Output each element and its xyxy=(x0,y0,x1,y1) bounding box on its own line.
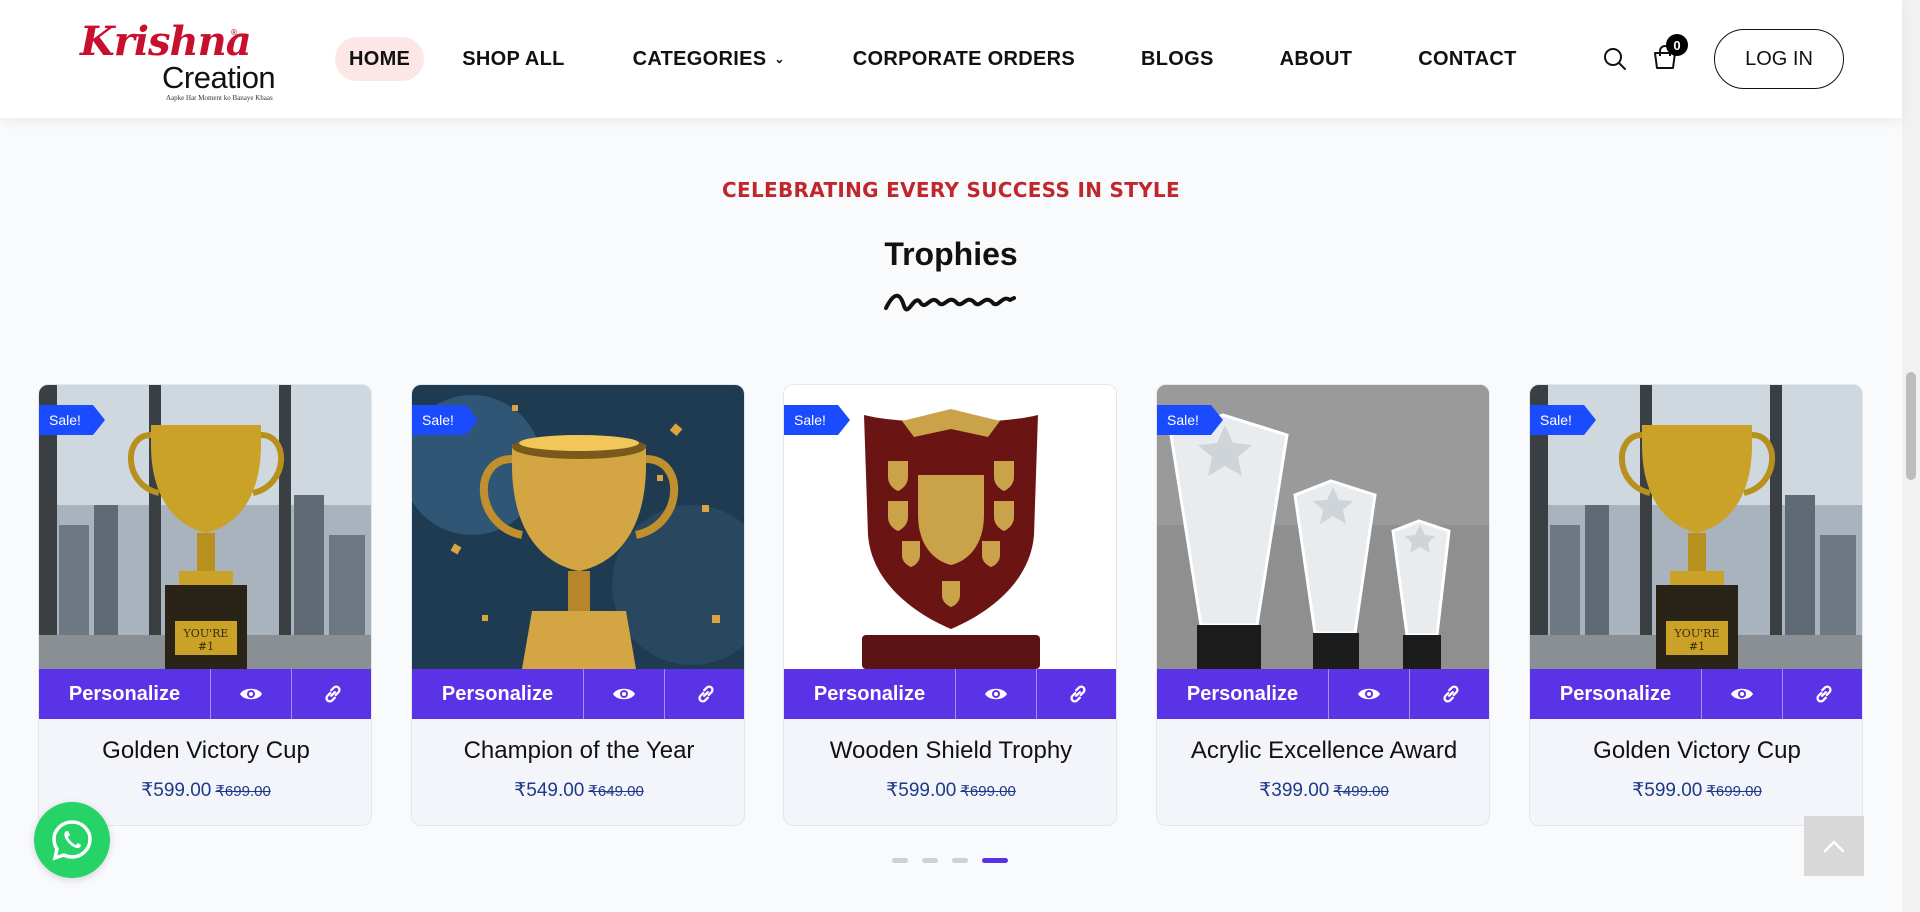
product-name[interactable]: Golden Victory Cup xyxy=(1530,737,1862,765)
scrollbar-thumb[interactable] xyxy=(1906,372,1916,480)
whatsapp-icon xyxy=(52,820,92,861)
copy-link-button[interactable] xyxy=(1037,669,1116,719)
product-prices: ₹599.00 ₹699.00 xyxy=(39,779,371,802)
eye-icon xyxy=(985,688,1007,700)
product-prices: ₹399.00 ₹499.00 xyxy=(1157,779,1489,802)
squiggle-divider xyxy=(884,293,1016,312)
link-icon xyxy=(1815,685,1832,703)
product-price: ₹599.00 xyxy=(141,780,212,801)
link-icon xyxy=(324,685,341,703)
logo-tagline: Aapke Har Moment ko Banaye Khaas xyxy=(166,94,273,102)
nav-item-shop-all[interactable]: SHOP ALL xyxy=(448,37,578,81)
back-to-top-button[interactable] xyxy=(1804,816,1864,876)
product-name[interactable]: Champion of the Year xyxy=(412,737,744,765)
product-prices: ₹549.00 ₹649.00 xyxy=(412,779,744,802)
product-name[interactable]: Acrylic Excellence Award xyxy=(1157,737,1489,765)
carousel-dot[interactable] xyxy=(892,858,908,863)
link-icon xyxy=(1069,685,1086,703)
section-eyebrow: CELEBRATING EVERY SUCCESS IN STYLE xyxy=(722,178,1180,202)
sale-badge: Sale! xyxy=(784,405,850,435)
product-name[interactable]: Golden Victory Cup xyxy=(39,737,371,765)
quick-view-button[interactable] xyxy=(584,669,665,719)
copy-link-button[interactable] xyxy=(1410,669,1489,719)
product-card[interactable]: Sale! Personalize Acrylic Excellence Awa… xyxy=(1156,384,1490,826)
logo-name-bottom: Creation xyxy=(162,60,276,95)
product-price: ₹549.00 xyxy=(514,780,585,801)
copy-link-button[interactable] xyxy=(1783,669,1862,719)
page-scrollbar[interactable] xyxy=(1902,0,1920,912)
product-carousel: YOU'RE #1 Sale! Personalize Golden Victo… xyxy=(38,384,1864,826)
nav-item-home[interactable]: HOME xyxy=(335,37,425,81)
search-icon[interactable] xyxy=(1602,46,1628,72)
product-old-price: ₹649.00 xyxy=(588,783,644,800)
card-actions: Personalize xyxy=(412,669,744,719)
nav-item-blogs[interactable]: BLOGS xyxy=(1127,37,1228,81)
eye-icon xyxy=(1731,688,1753,700)
quick-view-button[interactable] xyxy=(211,669,292,719)
product-card[interactable]: YOU'RE #1 Sale! Personalize Golden Victo… xyxy=(1529,384,1863,826)
product-old-price: ₹699.00 xyxy=(215,783,271,800)
card-actions: Personalize xyxy=(1530,669,1862,719)
chevron-down-icon: ⌄ xyxy=(774,52,785,66)
link-icon xyxy=(697,685,714,703)
product-card[interactable]: YOU'RE #1 Sale! Personalize Golden Victo… xyxy=(38,384,372,826)
sale-badge: Sale! xyxy=(412,405,478,435)
nav-item-categories[interactable]: CATEGORIES ⌄ xyxy=(619,37,799,81)
link-icon xyxy=(1442,685,1459,703)
copy-link-button[interactable] xyxy=(292,669,371,719)
svg-text:YOU'RE: YOU'RE xyxy=(1674,627,1720,640)
chevron-up-icon xyxy=(1823,840,1845,853)
logo-registered-mark: ® xyxy=(230,28,238,37)
main-nav: HOME SHOP ALL CATEGORIES ⌄ CORPORATE ORDE… xyxy=(335,37,1531,81)
nav-item-contact[interactable]: CONTACT xyxy=(1404,37,1530,81)
personalize-button[interactable]: Personalize xyxy=(39,669,211,719)
eye-icon xyxy=(613,688,635,700)
quick-view-button[interactable] xyxy=(956,669,1037,719)
carousel-dots xyxy=(892,858,1008,863)
card-actions: Personalize xyxy=(784,669,1116,719)
quick-view-button[interactable] xyxy=(1702,669,1783,719)
personalize-button[interactable]: Personalize xyxy=(412,669,584,719)
product-old-price: ₹499.00 xyxy=(1333,783,1389,800)
brand-logo[interactable]: Krishna ® Creation Aapke Har Moment ko B… xyxy=(80,12,290,104)
sale-badge: Sale! xyxy=(39,405,105,435)
product-prices: ₹599.00 ₹699.00 xyxy=(784,779,1116,802)
product-price: ₹399.00 xyxy=(1259,780,1330,801)
eye-icon xyxy=(240,688,262,700)
svg-text:#1: #1 xyxy=(198,640,214,653)
carousel-dot[interactable] xyxy=(922,858,938,863)
section-title: Trophies xyxy=(884,236,1018,272)
personalize-button[interactable]: Personalize xyxy=(1530,669,1702,719)
product-price: ₹599.00 xyxy=(886,780,957,801)
carousel-dot-active[interactable] xyxy=(982,858,1008,863)
card-actions: Personalize xyxy=(39,669,371,719)
personalize-button[interactable]: Personalize xyxy=(784,669,956,719)
nav-item-corporate-orders[interactable]: CORPORATE ORDERS xyxy=(839,37,1089,81)
copy-link-button[interactable] xyxy=(665,669,744,719)
carousel-dot[interactable] xyxy=(952,858,968,863)
product-card[interactable]: Sale! Personalize Champion of the Year ₹… xyxy=(411,384,745,826)
svg-text:YOU'RE: YOU'RE xyxy=(183,627,229,640)
eye-icon xyxy=(1358,688,1380,700)
nav-item-about[interactable]: ABOUT xyxy=(1266,37,1367,81)
page: Krishna ® Creation Aapke Har Moment ko B… xyxy=(0,0,1920,912)
sale-badge: Sale! xyxy=(1530,405,1596,435)
product-old-price: ₹699.00 xyxy=(1706,783,1762,800)
product-name[interactable]: Wooden Shield Trophy xyxy=(784,737,1116,765)
quick-view-button[interactable] xyxy=(1329,669,1410,719)
site-header: Krishna ® Creation Aapke Har Moment ko B… xyxy=(0,0,1902,118)
product-price: ₹599.00 xyxy=(1632,780,1703,801)
logo-name-top: Krishna xyxy=(80,18,252,65)
personalize-button[interactable]: Personalize xyxy=(1157,669,1329,719)
whatsapp-button[interactable] xyxy=(34,802,110,878)
cart-count-badge: 0 xyxy=(1666,34,1688,56)
sale-badge: Sale! xyxy=(1157,405,1223,435)
login-button[interactable]: LOG IN xyxy=(1714,29,1844,89)
svg-text:#1: #1 xyxy=(1689,640,1705,653)
product-old-price: ₹699.00 xyxy=(960,783,1016,800)
product-card[interactable]: Sale! Personalize Wooden Shield Trophy ₹… xyxy=(783,384,1117,826)
card-actions: Personalize xyxy=(1157,669,1489,719)
product-prices: ₹599.00 ₹699.00 xyxy=(1530,779,1862,802)
